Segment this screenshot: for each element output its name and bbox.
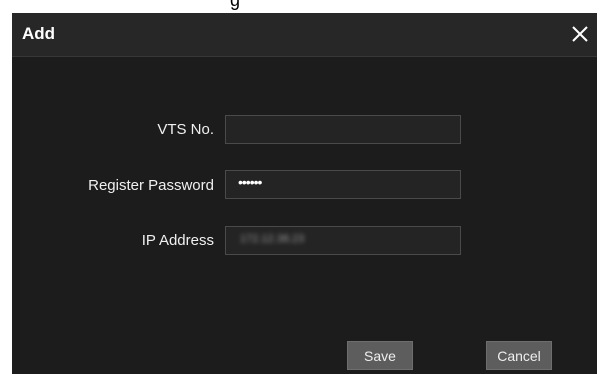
- vts-no-label: VTS No.: [157, 121, 214, 138]
- ip-address-value: 172.12.38.23: [240, 233, 305, 245]
- close-button[interactable]: [567, 20, 593, 48]
- ip-address-label: IP Address: [141, 232, 214, 249]
- vts-no-input[interactable]: [225, 115, 461, 144]
- register-password-label: Register Password: [88, 177, 214, 194]
- dialog-title: Add: [22, 24, 56, 43]
- register-password-value: ••••••: [238, 174, 262, 190]
- close-icon: [572, 26, 588, 42]
- ip-address-input[interactable]: 172.12.38.23: [225, 226, 461, 255]
- background-cut-text: g: [230, 0, 241, 10]
- background-page: g: [0, 0, 603, 12]
- add-dialog: Add VTS No. Register Password •••••• IP …: [12, 13, 597, 374]
- register-password-input[interactable]: ••••••: [225, 170, 461, 199]
- cancel-button[interactable]: Cancel: [486, 341, 552, 370]
- save-button[interactable]: Save: [347, 341, 413, 370]
- dialog-header: Add: [12, 13, 597, 57]
